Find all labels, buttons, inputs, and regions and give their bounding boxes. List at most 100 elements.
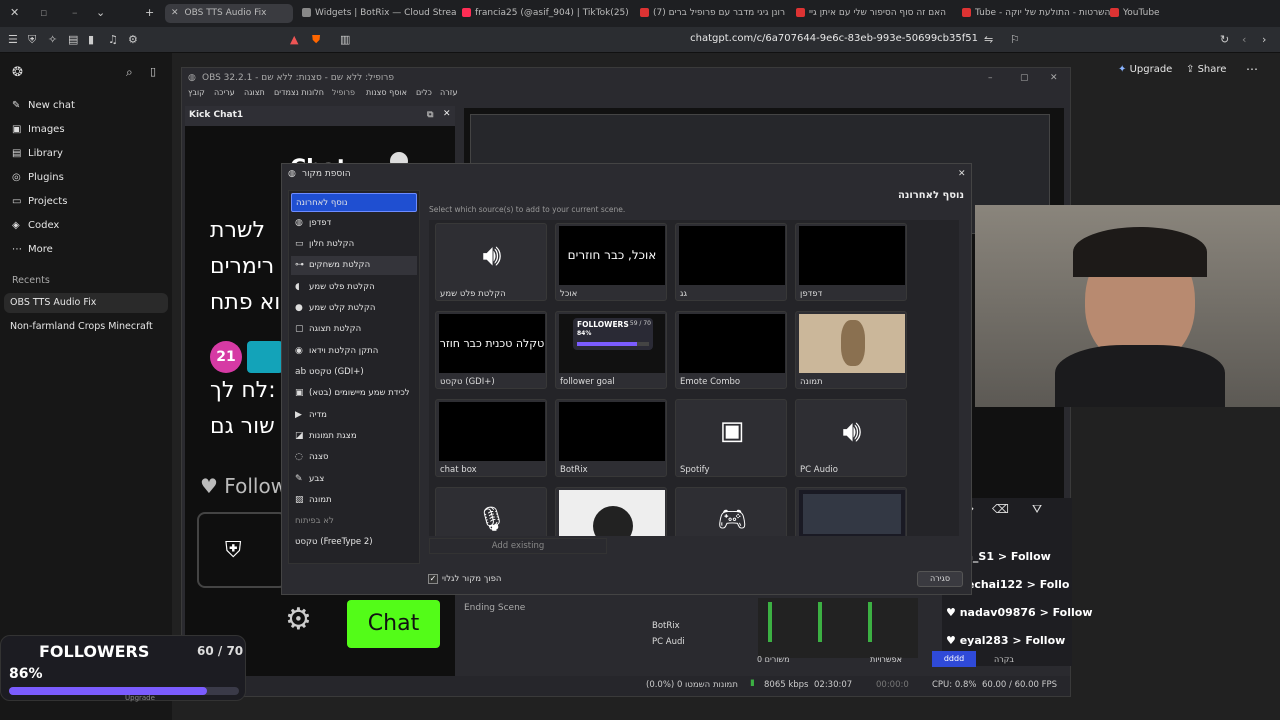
recent-item[interactable]: OBS TTS Audio Fix (10, 297, 96, 308)
source-card[interactable]: 🎙︎ (435, 487, 547, 536)
menu-docks[interactable]: חלונות נצמדים (274, 88, 324, 97)
close-window-icon[interactable]: ✕ (10, 6, 19, 20)
source-type-game[interactable]: ⊶ הקלטת משחקים (291, 256, 417, 275)
settings-gear-icon[interactable]: ⚙ (285, 602, 312, 637)
chat-button[interactable]: Chat (347, 600, 440, 648)
source-type-text[interactable]: ab טקסט (GDI+) (291, 363, 417, 382)
nav-more[interactable]: ⋯ More (12, 244, 53, 255)
tabs-icon[interactable]: ▤ (68, 33, 78, 47)
menu-file[interactable]: קובץ (188, 88, 205, 97)
new-tab-icon[interactable]: + (145, 6, 154, 20)
source-card[interactable]: אוכל, כבר חוזרים אוכל (555, 223, 667, 301)
restore-icon[interactable]: ▫ (40, 6, 47, 20)
site-settings-icon[interactable]: ⇋ (984, 33, 993, 47)
edit-tab[interactable]: dddd (932, 651, 976, 667)
nav-codex[interactable]: ◈ Codex (12, 220, 59, 231)
share-button[interactable]: ⇪ Share (1186, 64, 1226, 75)
source-card[interactable]: chat box (435, 399, 547, 477)
source-card[interactable]: תמונה (795, 311, 907, 389)
source-type-scene[interactable]: ◌ סצנה (291, 448, 417, 467)
close-icon[interactable]: ✕ (1050, 68, 1058, 88)
music-icon[interactable]: ♫ (108, 33, 118, 47)
source-type-video-device[interactable]: ◉ התקן הקלטת וידאו (291, 342, 417, 361)
source-type-media[interactable]: ▶ מדיה (291, 406, 417, 425)
source-card[interactable]: דפדפן (795, 223, 907, 301)
source-card[interactable]: FOLLOWERS 59 / 70 84% follower goal (555, 311, 667, 389)
nav-plugins[interactable]: ◎ Plugins (12, 172, 64, 183)
minimize-icon[interactable]: – (988, 68, 993, 88)
alert-icon[interactable]: ▲ (290, 33, 298, 47)
bookmarks-icon[interactable]: ✧ (48, 33, 57, 47)
menu-icon[interactable]: ☰ (8, 33, 18, 47)
source-card[interactable]: גג (675, 223, 787, 301)
source-card[interactable]: 🔊︎ PC Audio (795, 399, 907, 477)
tab-tiktok[interactable]: francia25 (@asif_904) | TikTok(25) (462, 4, 632, 23)
source-card[interactable]: 🎮︎ (675, 487, 787, 536)
source-type-audio-input[interactable]: ● הקלטת קלט שמע (291, 299, 417, 318)
source-card[interactable] (555, 487, 667, 536)
url-text[interactable]: chatgpt.com/c/6a707644-9e6c-83eb-993e-50… (600, 33, 978, 44)
source-type-window[interactable]: ▭ הקלטת חלון (291, 235, 417, 254)
source-type-freetype[interactable]: טקסט (FreeType 2) (291, 533, 417, 552)
back-icon[interactable]: ‹ (1242, 33, 1246, 47)
source-type-display[interactable]: ▢ הקלטת תצוגה (291, 320, 417, 339)
bookmark-icon[interactable]: ⚐ (1010, 33, 1020, 47)
menu-profile[interactable]: פרופיל (332, 88, 355, 97)
reload-icon[interactable]: ↻ (1220, 33, 1229, 47)
source-type-slideshow[interactable]: ◪ מצגת תמונות (291, 427, 417, 446)
nav-new-chat[interactable]: ✎ New chat (12, 100, 75, 111)
tab-botrix[interactable]: Widgets | BotRix — Cloud Streamin (302, 4, 457, 23)
scene-ending[interactable]: Ending Scene (464, 603, 550, 613)
tab-youtube-2[interactable]: האם זה סוף הסיפור שלי עם איתן גיי (796, 4, 956, 23)
nav-images[interactable]: ▣ Images (12, 124, 65, 135)
tab-list-icon[interactable]: ⌄ (96, 6, 105, 20)
minimize-icon[interactable]: – (72, 6, 78, 20)
source-type-color[interactable]: ✎ צבע (291, 470, 417, 489)
openai-logo-icon[interactable]: ❂ (12, 65, 23, 80)
nav-library[interactable]: ▤ Library (12, 148, 63, 159)
source-type-image[interactable]: ▨ תמונה (291, 491, 417, 510)
control-tab[interactable]: בקרה (994, 655, 1034, 664)
menu-help[interactable]: עזרה (440, 88, 458, 97)
source-type-app-audio[interactable]: ▣ לכידת שמע מיישומים (בטא) (291, 384, 417, 403)
nav-projects[interactable]: ▭ Projects (12, 196, 67, 207)
source-card[interactable]: BotRix (555, 399, 667, 477)
source-type-audio-output[interactable]: ◖ הקלטת פלט שמע (291, 278, 417, 297)
source-card[interactable] (795, 487, 907, 536)
menu-tools[interactable]: כלים (416, 88, 432, 97)
menu-view[interactable]: תצוגה (244, 88, 265, 97)
source-type-browser[interactable]: ◍ דפדפן (291, 214, 417, 233)
tab-youtube-3[interactable]: Tube - השרטות - התולעת של יוקה (962, 4, 1112, 23)
options-icon[interactable]: ⋯ (1246, 62, 1258, 76)
forward-icon[interactable]: › (1262, 33, 1266, 47)
extensions-icon[interactable]: ⚙ (128, 33, 138, 47)
brave-icon[interactable]: ⛊ (312, 33, 320, 47)
menu-scene-collection[interactable]: אוסף סצנות (366, 88, 407, 97)
upgrade-text[interactable]: Upgrade (125, 694, 155, 702)
recent-item[interactable]: Non-farmland Crops Minecraft (10, 321, 153, 332)
trash-icon[interactable]: ⌫ (992, 502, 1009, 516)
shield-icon[interactable]: ⛨ (28, 33, 36, 47)
wallet-icon[interactable]: ▥ (340, 33, 350, 47)
menu-edit[interactable]: עריכה (214, 88, 235, 97)
source-card[interactable]: Emote Combo (675, 311, 787, 389)
dialog-close-icon[interactable]: ✕ (958, 164, 966, 184)
options-label[interactable]: אפשרויות (870, 655, 930, 664)
close-button[interactable]: סגירה (917, 571, 963, 587)
source-card[interactable]: ▣ Spotify (675, 399, 787, 477)
upgrade-button[interactable]: ✦ Upgrade (1118, 64, 1172, 75)
filter-icon[interactable]: ⛛ (1032, 502, 1042, 517)
tab-youtube-1[interactable]: (7) רונן גיגי מדבר עם פרופיל ברים (640, 4, 790, 23)
make-visible-checkbox[interactable]: ✓ (428, 574, 438, 584)
tab-active[interactable]: ✕ OBS TTS Audio Fix (165, 4, 293, 23)
source-card[interactable]: טקלה טכנית כבר חוזר טקסט (GDI+) (435, 311, 547, 389)
tab-youtube-4[interactable]: YouTube (1110, 4, 1190, 23)
search-icon[interactable]: ⌕ (126, 65, 133, 80)
add-existing-button[interactable]: Add existing (429, 538, 607, 554)
dock-float-icon[interactable]: ⧉ (427, 110, 433, 120)
source-type-recent[interactable]: נוסף לאחרונה (291, 193, 417, 212)
source-card[interactable]: 🔊︎ הקלטת פלט שמע (435, 223, 547, 301)
dock-close-icon[interactable]: ✕ (443, 109, 451, 119)
sidebar-icon[interactable]: ▮ (88, 33, 94, 47)
collapse-sidebar-icon[interactable]: ▯ (150, 65, 156, 78)
